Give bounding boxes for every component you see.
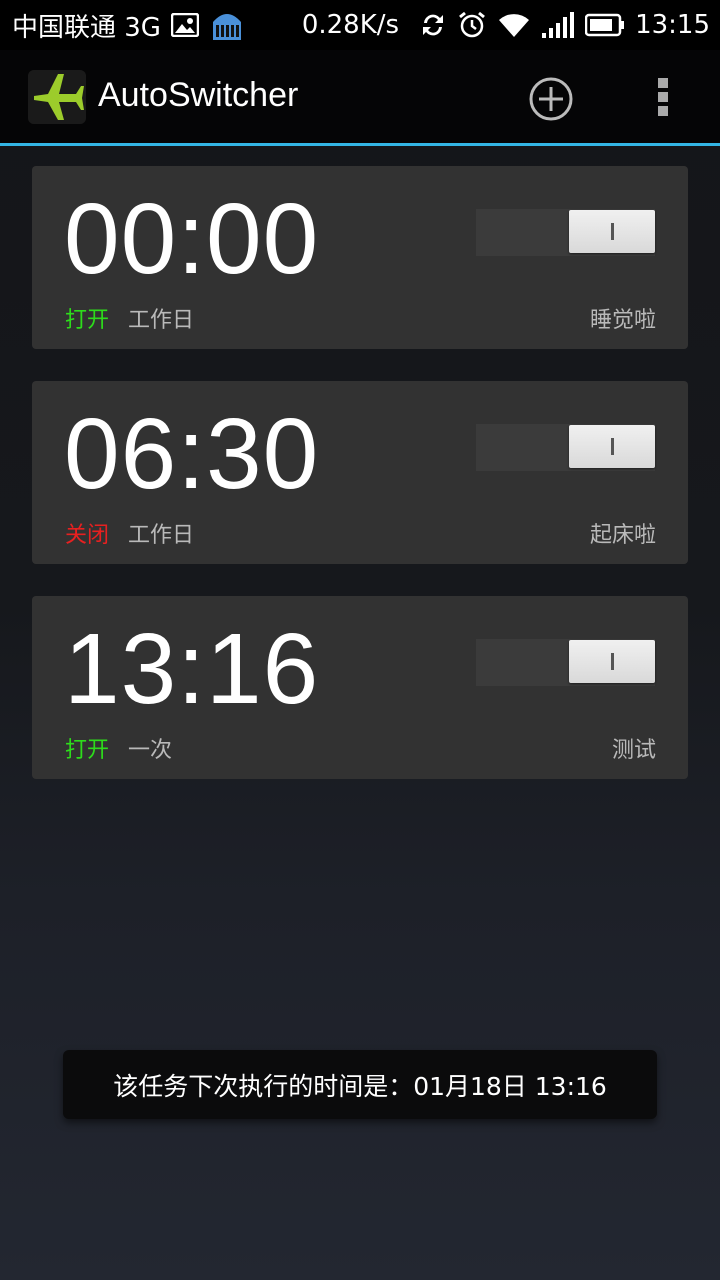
task-card[interactable]: 00:00 打开 工作日 睡觉啦 [32, 166, 688, 349]
task-toggle[interactable] [476, 639, 655, 686]
task-status: 打开 [65, 308, 110, 333]
task-repeat: 工作日 [128, 523, 195, 548]
task-card[interactable]: 06:30 关闭 工作日 起床啦 [32, 381, 688, 564]
task-time: 06:30 [64, 398, 320, 510]
carrier-label: 中国联通 3G [12, 12, 161, 43]
building-icon [209, 8, 245, 42]
task-time: 00:00 [64, 183, 320, 295]
task-card[interactable]: 13:16 打开 一次 测试 [32, 596, 688, 779]
task-time: 13:16 [64, 613, 320, 725]
overflow-menu-button[interactable] [650, 72, 676, 122]
sync-icon [419, 11, 447, 39]
task-label: 睡觉啦 [589, 308, 656, 333]
clock: 13:15 [635, 10, 710, 40]
airplane-icon[interactable] [28, 70, 86, 124]
action-bar: AutoSwitcher [0, 50, 720, 146]
task-status: 打开 [65, 738, 110, 763]
task-repeat: 一次 [128, 738, 173, 763]
task-toggle[interactable] [476, 209, 655, 256]
task-status: 关闭 [65, 523, 110, 548]
toast-message: 该任务下次执行的时间是：01月18日 13:16 [63, 1050, 657, 1119]
task-label: 测试 [611, 738, 656, 763]
add-icon [529, 77, 573, 121]
wifi-icon [497, 11, 531, 39]
alarm-icon [457, 10, 487, 40]
more-vert-icon [658, 78, 668, 116]
task-toggle[interactable] [476, 424, 655, 471]
status-bar: 中国联通 3G 0.28K/s 13:15 [0, 0, 720, 50]
toggle-thumb [569, 425, 655, 468]
image-icon [170, 13, 199, 37]
add-task-button[interactable] [526, 74, 576, 124]
network-speed: 0.28K/s [301, 10, 400, 40]
battery-icon [585, 13, 625, 37]
task-label: 起床啦 [589, 523, 656, 548]
app-title: AutoSwitcher [98, 76, 299, 114]
toggle-thumb [569, 640, 655, 683]
signal-icon [541, 11, 575, 39]
task-repeat: 工作日 [128, 308, 195, 333]
toggle-thumb [569, 210, 655, 253]
